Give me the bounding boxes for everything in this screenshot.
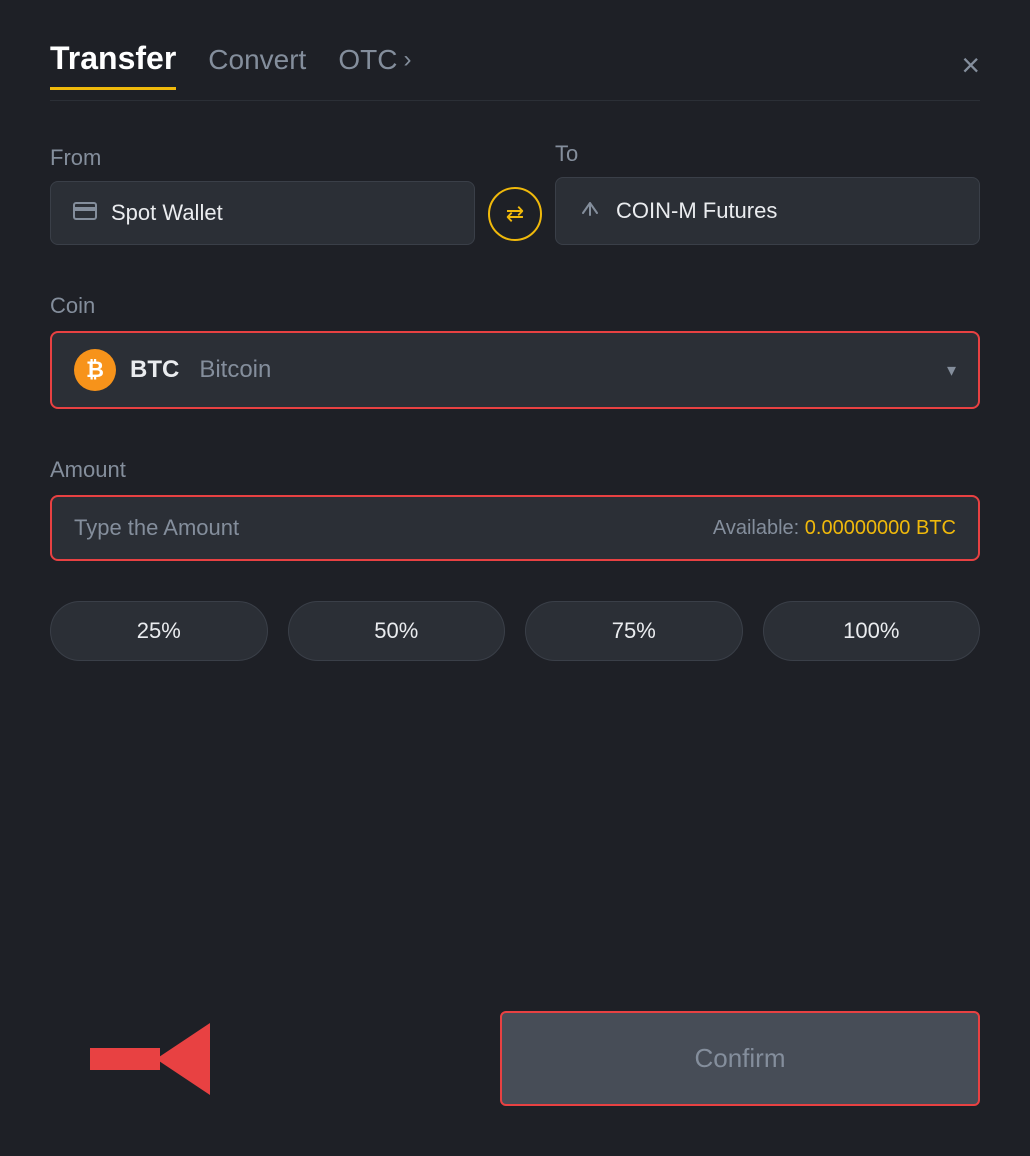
coin-label: Coin (50, 293, 95, 318)
amount-input[interactable] (74, 515, 703, 541)
coin-section: Coin ₿ BTC Bitcoin ▾ (50, 293, 980, 409)
to-wallet-selector[interactable]: COIN-M Futures (555, 177, 980, 245)
pct-50-button[interactable]: 50% (288, 601, 506, 661)
arrow-indicator (90, 1023, 210, 1095)
tab-convert[interactable]: Convert (208, 44, 306, 86)
header: Transfer Convert OTC › × (50, 40, 980, 90)
amount-input-box: Available: 0.00000000 BTC (50, 495, 980, 561)
swap-container: ⇄ (475, 187, 555, 245)
amount-label: Amount (50, 457, 126, 482)
transfer-modal: Transfer Convert OTC › × From Spot Walle… (0, 0, 1030, 1156)
from-label: From (50, 145, 475, 171)
coin-chevron-icon: ▾ (947, 360, 956, 381)
coin-selector[interactable]: ₿ BTC Bitcoin ▾ (50, 331, 980, 409)
confirm-area: Confirm (50, 991, 980, 1106)
confirm-button[interactable]: Confirm (500, 1011, 980, 1106)
pct-25-button[interactable]: 25% (50, 601, 268, 661)
otc-chevron: › (403, 46, 411, 74)
pct-75-button[interactable]: 75% (525, 601, 743, 661)
btc-icon: ₿ (74, 349, 116, 391)
coin-full-name: Bitcoin (199, 356, 271, 384)
close-button[interactable]: × (961, 49, 980, 81)
available-value: 0.00000000 BTC (805, 517, 956, 539)
available-text: Available: 0.00000000 BTC (713, 517, 956, 540)
arrow-head-icon (156, 1023, 210, 1095)
to-wallet-name: COIN-M Futures (616, 198, 777, 224)
to-block: To COIN-M Futures (555, 141, 980, 245)
from-block: From Spot Wallet (50, 145, 475, 245)
from-wallet-selector[interactable]: Spot Wallet (50, 181, 475, 245)
coin-symbol: BTC (130, 356, 179, 384)
arrow-shaft (90, 1048, 160, 1070)
to-label: To (555, 141, 980, 167)
amount-section: Amount Available: 0.00000000 BTC (50, 457, 980, 561)
percentage-buttons: 25% 50% 75% 100% (50, 601, 980, 661)
header-divider (50, 100, 980, 101)
wallet-icon (73, 200, 97, 226)
tab-transfer[interactable]: Transfer (50, 40, 176, 90)
tab-otc[interactable]: OTC › (338, 44, 411, 86)
swap-icon: ⇄ (506, 201, 524, 227)
pct-100-button[interactable]: 100% (763, 601, 981, 661)
futures-icon (578, 196, 602, 226)
swap-button[interactable]: ⇄ (488, 187, 542, 241)
from-to-section: From Spot Wallet ⇄ To (50, 141, 980, 245)
from-wallet-name: Spot Wallet (111, 200, 223, 226)
